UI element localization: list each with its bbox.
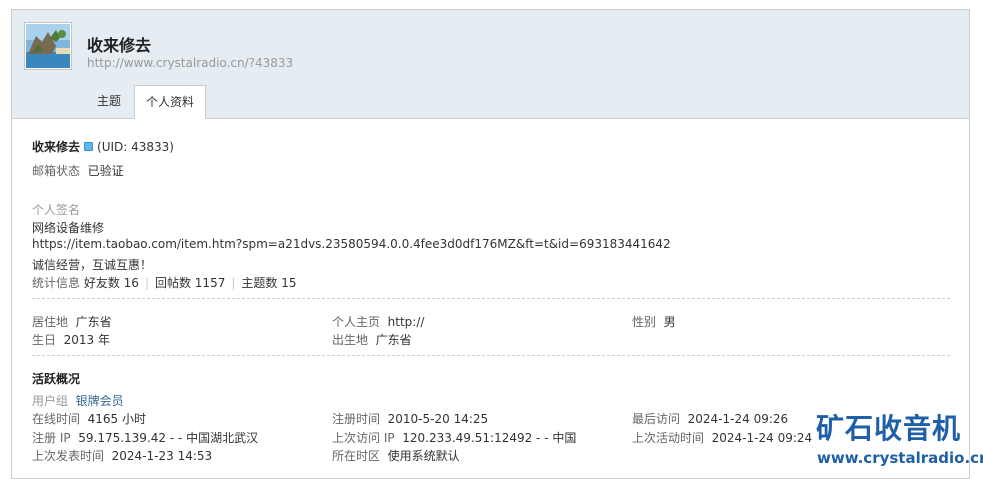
user-group-link[interactable]: 银牌会员 [76,394,124,408]
timezone-label: 所在时区 [332,449,381,463]
timezone-value: 使用系统默认 [387,449,460,463]
section-divider [32,355,950,356]
last-ip-value: 120.233.49.51:12492 - - 中国 [402,431,577,445]
register-time-value: 2010-5-20 14:25 [387,412,489,426]
user-group: 用户组 银牌会员 [32,392,124,409]
username-title: 收来修去 [87,36,152,55]
register-time: 注册时间 2010-5-20 14:25 [332,410,488,427]
last-active: 上次活动时间 2024-1-24 09:24 [632,429,812,446]
tab-profile[interactable]: 个人资料 [134,85,207,119]
profile-header: 收来修去 http://www.crystalradio.cn/?43833 主… [12,10,969,119]
register-time-label: 注册时间 [332,412,381,426]
gender-value: 男 [663,315,676,329]
last-active-value: 2024-1-24 09:24 [711,431,813,445]
last-post-label: 上次发表时间 [32,449,105,463]
register-ip-value: 59.175.139.42 - - 中国湖北武汉 [78,431,259,445]
friends-count[interactable]: 好友数 16 [84,276,139,290]
stats-label: 统计信息 [32,276,81,290]
online-time-label: 在线时间 [32,412,81,426]
tab-threads[interactable]: 主题 [86,85,132,117]
last-visit-label: 最后访问 [632,412,681,426]
register-ip-label: 注册 IP [32,431,71,445]
divider: | [231,276,236,290]
email-status: 邮箱状态 已验证 [32,162,124,179]
email-status-value: 已验证 [87,164,124,178]
birthplace-value: 广东省 [375,333,412,347]
last-ip: 上次访问 IP 120.233.49.51:12492 - - 中国 [332,429,576,446]
birthplace: 出生地 广东省 [332,331,412,348]
birthday-label: 生日 [32,333,57,347]
homepage-value[interactable]: http:// [388,315,425,329]
birthday: 生日 2013 年 [32,331,110,348]
signature-link[interactable]: https://item.taobao.com/item.htm?spm=a21… [32,237,671,251]
online-status-icon [84,142,94,151]
last-post: 上次发表时间 2024-1-23 14:53 [32,447,212,464]
gender-label: 性别 [632,315,657,329]
last-active-label: 上次活动时间 [632,431,705,445]
watermark-url: www.crystalradio.cn [817,449,983,467]
activity-title: 活跃概况 [32,372,81,386]
section-divider [32,298,950,299]
stats-line: 统计信息 好友数 16 | 回帖数 1157 | 主题数 15 [32,274,296,291]
site-watermark: 矿石收音机 www.crystalradio.cn [816,407,983,471]
last-ip-label: 上次访问 IP [332,431,395,445]
email-status-label: 邮箱状态 [32,164,81,178]
gender: 性别 男 [632,313,676,330]
residence-label: 居住地 [32,315,69,329]
online-time-value: 4165 小时 [87,412,147,426]
uid-text: (UID: 43833) [97,140,174,154]
profile-url[interactable]: http://www.crystalradio.cn/?43833 [87,56,293,70]
signature-label: 个人签名 [32,203,81,217]
signature-line-1: 网络设备维修 [32,221,105,235]
timezone: 所在时区 使用系统默认 [332,447,460,464]
watermark-cn: 矿石收音机 [816,412,962,445]
posts-count[interactable]: 回帖数 1157 [155,276,225,290]
username-line: 收来修去 (UID: 43833) [32,138,174,155]
online-time: 在线时间 4165 小时 [32,410,146,427]
threads-count[interactable]: 主题数 15 [241,276,296,290]
residence: 居住地 广东省 [32,313,112,330]
birthplace-label: 出生地 [332,333,369,347]
homepage: 个人主页 http:// [332,313,424,330]
signature-line-3: 诚信经营，互诚互惠！ [32,258,153,272]
last-visit-value: 2024-1-24 09:26 [687,412,789,426]
avatar-image [26,24,70,68]
user-group-label: 用户组 [32,394,69,408]
last-visit: 最后访问 2024-1-24 09:26 [632,410,788,427]
residence-value: 广东省 [75,315,112,329]
register-ip: 注册 IP 59.175.139.42 - - 中国湖北武汉 [32,429,258,446]
avatar[interactable] [24,22,72,70]
birthday-value: 2013 年 [63,333,111,347]
username: 收来修去 [32,140,81,154]
last-post-value: 2024-1-23 14:53 [111,449,213,463]
homepage-label: 个人主页 [332,315,381,329]
divider: | [144,276,149,290]
